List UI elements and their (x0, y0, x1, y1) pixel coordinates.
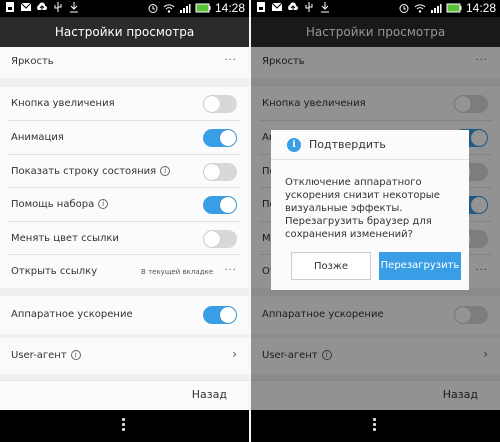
info-icon[interactable]: i (98, 199, 109, 209)
status-bar: 14:28 (251, 0, 500, 17)
wifi-icon (414, 4, 426, 13)
settings-screen-dialog: 14:28 Настройки просмотра Яркость ··· Кн… (251, 0, 500, 442)
setting-user-agent[interactable]: User-агент i › (0, 338, 249, 374)
restart-button[interactable]: Перезагрузить (379, 252, 461, 280)
hw-accel-toggle[interactable] (203, 306, 237, 324)
later-button[interactable]: Позже (291, 252, 371, 280)
battery-icon (195, 3, 211, 13)
sim-icon (6, 2, 14, 12)
battery-icon (446, 3, 462, 13)
page-title: Настройки просмотра (0, 17, 249, 47)
setting-open-link[interactable]: Открыть ссылку В текущей вкладке ··· (0, 255, 249, 288)
nav-bar (251, 410, 500, 442)
status-bar: 14:28 (0, 0, 249, 17)
bottom-bar: Назад (0, 380, 249, 410)
setting-label: Помощь набора (11, 199, 95, 210)
confirm-dialog: i Подтвердить Отключение аппаратного уск… (271, 130, 469, 290)
setting-label: Аппаратное ускорение (11, 309, 133, 320)
open-link-value: В текущей вкладке (141, 268, 213, 276)
zoom-button-toggle[interactable] (203, 95, 237, 113)
setting-brightness[interactable]: Яркость ··· (0, 47, 249, 78)
setting-link-color[interactable]: Менять цвет ссылки (0, 222, 249, 255)
sim-icon (257, 2, 265, 12)
setting-label: Кнопка увеличения (11, 98, 115, 109)
setting-label: Анимация (11, 132, 64, 143)
status-time: 14:28 (465, 1, 496, 15)
typing-help-toggle[interactable] (203, 196, 237, 214)
info-icon[interactable]: i (70, 350, 81, 360)
wifi-icon (163, 4, 175, 13)
setting-show-status[interactable]: Показать строку состоянияi (0, 155, 249, 188)
animation-toggle[interactable] (203, 129, 237, 147)
setting-label-wrap: Помощь набораi (11, 199, 109, 210)
cloud-upload-icon (288, 2, 298, 10)
info-icon: i (287, 138, 301, 152)
dialog-title: Подтвердить (309, 138, 386, 151)
settings-screen: 14:28 Настройки просмотра Яркость ··· Кн… (0, 0, 249, 442)
setting-label: Яркость (11, 56, 54, 67)
setting-label-wrap: User-агент i (11, 350, 81, 361)
status-time: 14:28 (214, 1, 245, 15)
show-status-toggle[interactable] (203, 163, 237, 181)
setting-zoom-button[interactable]: Кнопка увеличения (0, 87, 249, 121)
menu-dots-icon[interactable] (372, 418, 378, 433)
cloud-upload-icon (37, 2, 47, 10)
menu-dots-icon[interactable] (121, 418, 127, 433)
nav-bar (0, 410, 249, 442)
info-icon[interactable]: i (160, 166, 171, 176)
section-gap (0, 288, 249, 296)
setting-label: Менять цвет ссылки (11, 233, 119, 244)
setting-hw-accel[interactable]: Аппаратное ускорение (0, 296, 249, 334)
mail-icon (271, 2, 283, 11)
usb-icon (54, 2, 62, 12)
back-button[interactable]: Назад (192, 388, 227, 401)
signal-icon (430, 4, 442, 13)
download-icon (321, 2, 329, 13)
setting-typing-help[interactable]: Помощь набораi (0, 188, 249, 222)
link-color-toggle[interactable] (203, 230, 237, 248)
more-icon: ··· (224, 55, 237, 66)
setting-animation[interactable]: Анимация (0, 121, 249, 155)
setting-label: Показать строку состояния (11, 166, 157, 177)
alarm-icon (399, 4, 409, 13)
chevron-right-icon: › (232, 347, 237, 361)
usb-icon (305, 2, 313, 12)
download-icon (70, 2, 78, 13)
signal-icon (179, 4, 191, 13)
mail-icon (20, 2, 32, 11)
dialog-message: Отключение аппаратного ускорения снизит … (285, 177, 440, 240)
setting-label-wrap: Показать строку состоянияi (11, 166, 171, 177)
setting-label: User-агент (11, 350, 67, 361)
setting-label: Открыть ссылку (11, 266, 98, 277)
more-icon: ··· (224, 265, 237, 276)
section-gap (0, 78, 249, 87)
dialog-header: i Подтвердить (271, 130, 469, 160)
alarm-icon (148, 4, 158, 13)
